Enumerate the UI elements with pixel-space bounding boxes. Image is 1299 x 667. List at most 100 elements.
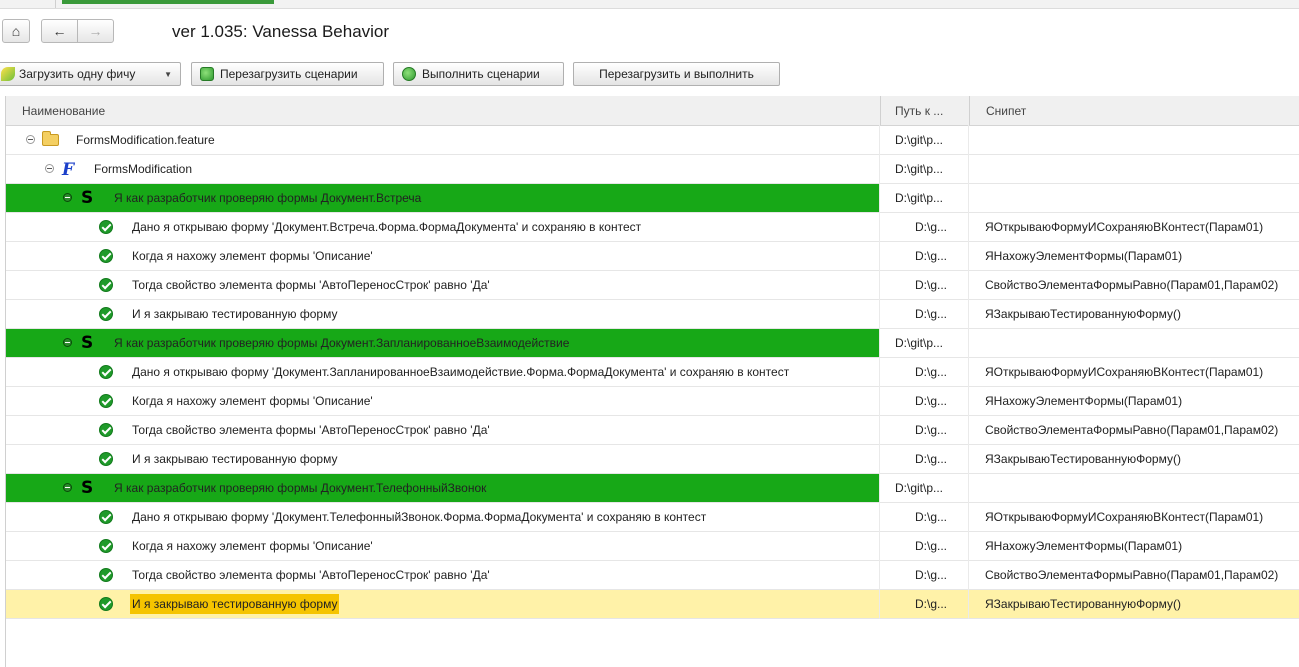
step-passed-icon bbox=[99, 568, 113, 582]
grid-header: Наименование Путь к ... Снипет bbox=[6, 96, 1299, 126]
column-gridline bbox=[968, 125, 969, 619]
tree-row-feature[interactable]: F FormsModification D:\git\p... bbox=[6, 155, 1299, 184]
tree-row-step[interactable]: И я закрываю тестированную форму D:\g...… bbox=[6, 300, 1299, 329]
row-name: Когда я нахожу элемент формы 'Описание' bbox=[132, 249, 373, 263]
row-name: Когда я нахожу элемент формы 'Описание' bbox=[132, 394, 373, 408]
row-path: D:\g... bbox=[915, 394, 948, 408]
tree-row-step[interactable]: Тогда свойство элемента формы 'АвтоПерен… bbox=[6, 561, 1299, 590]
row-path: D:\g... bbox=[915, 249, 948, 263]
step-passed-icon bbox=[99, 597, 113, 611]
collapse-icon[interactable] bbox=[45, 164, 54, 173]
reload-and-run-button[interactable]: Перезагрузить и выполнить bbox=[573, 62, 780, 86]
refresh-icon bbox=[200, 67, 214, 81]
tree-row-step[interactable]: Когда я нахожу элемент формы 'Описание' … bbox=[6, 387, 1299, 416]
tree-row-step[interactable]: Тогда свойство элемента формы 'АвтоПерен… bbox=[6, 271, 1299, 300]
active-tab-indicator[interactable] bbox=[62, 0, 274, 4]
back-button[interactable]: ← bbox=[41, 19, 78, 43]
row-name: Дано я открываю форму 'Документ.Телефонн… bbox=[132, 510, 707, 524]
row-snippet: ЯНахожуЭлементФормы(Парам01) bbox=[985, 249, 1183, 263]
forward-arrow-icon: → bbox=[88, 23, 103, 39]
forward-button[interactable]: → bbox=[77, 19, 114, 43]
collapse-icon[interactable] bbox=[63, 338, 72, 347]
step-passed-icon bbox=[99, 510, 113, 524]
row-snippet: ЯЗакрываюТестированнуюФорму() bbox=[985, 307, 1181, 321]
column-header-path[interactable]: Путь к ... bbox=[895, 104, 943, 118]
tree-row-step[interactable]: Дано я открываю форму 'Документ.Телефонн… bbox=[6, 503, 1299, 532]
collapse-icon[interactable] bbox=[63, 483, 72, 492]
feature-load-icon bbox=[1, 67, 15, 81]
row-name: Дано я открываю форму 'Документ.Встреча.… bbox=[132, 220, 642, 234]
column-header-snippet[interactable]: Снипет bbox=[986, 104, 1026, 118]
row-path: D:\g... bbox=[915, 597, 948, 611]
tree-row-scenario[interactable]: S Я как разработчик проверяю формы Докум… bbox=[6, 184, 1299, 213]
run-scenarios-button[interactable]: Выполнить сценарии bbox=[393, 62, 564, 86]
row-path: D:\git\p... bbox=[895, 336, 944, 350]
step-passed-icon bbox=[99, 249, 113, 263]
row-name: FormsModification bbox=[94, 162, 193, 176]
row-path: D:\g... bbox=[915, 220, 948, 234]
row-snippet: ЯОткрываюФормуИСохраняюВКонтест(Парам01) bbox=[985, 510, 1264, 524]
reload-scenarios-button[interactable]: Перезагрузить сценарии bbox=[191, 62, 384, 86]
row-snippet: ЯЗакрываюТестированнуюФорму() bbox=[985, 452, 1181, 466]
row-name: Я как разработчик проверяю формы Докумен… bbox=[114, 481, 487, 495]
tree-row-step[interactable]: Когда я нахожу элемент формы 'Описание' … bbox=[6, 242, 1299, 271]
step-passed-icon bbox=[99, 220, 113, 234]
reload-scenarios-label: Перезагрузить сценарии bbox=[220, 67, 358, 81]
row-path: D:\g... bbox=[915, 568, 948, 582]
row-name: Тогда свойство элемента формы 'АвтоПерен… bbox=[132, 568, 490, 582]
scenario-icon: S bbox=[81, 478, 94, 498]
load-one-feature-button[interactable]: Загрузить одну фичу ▼ bbox=[0, 62, 181, 86]
row-path: D:\g... bbox=[915, 510, 948, 524]
row-snippet: СвойствоЭлементаФормыРавно(Парам01,Парам… bbox=[985, 423, 1279, 437]
tree-row-step[interactable]: Когда я нахожу элемент формы 'Описание' … bbox=[6, 532, 1299, 561]
collapse-icon[interactable] bbox=[26, 135, 35, 144]
column-gridline bbox=[879, 125, 880, 619]
column-header-name[interactable]: Наименование bbox=[22, 104, 105, 118]
row-name: И я закрываю тестированную форму bbox=[130, 594, 340, 614]
step-passed-icon bbox=[99, 278, 113, 292]
back-arrow-icon: ← bbox=[52, 23, 67, 39]
window-title: ver 1.035: Vanessa Behavior bbox=[172, 22, 390, 41]
row-name: FormsModification.feature bbox=[76, 133, 215, 147]
row-path: D:\g... bbox=[915, 307, 948, 321]
row-path: D:\g... bbox=[915, 365, 948, 379]
row-snippet: ЯНахожуЭлементФормы(Парам01) bbox=[985, 539, 1183, 553]
load-one-feature-label: Загрузить одну фичу bbox=[19, 67, 136, 81]
feature-icon: F bbox=[62, 160, 75, 180]
step-passed-icon bbox=[99, 423, 113, 437]
row-snippet: ЯОткрываюФормуИСохраняюВКонтест(Парам01) bbox=[985, 365, 1264, 379]
scenario-icon: S bbox=[81, 333, 94, 353]
row-name: Дано я открываю форму 'Документ.Запланир… bbox=[132, 365, 790, 379]
tree-row-scenario[interactable]: S Я как разработчик проверяю формы Докум… bbox=[6, 329, 1299, 358]
tree-row-feature-file[interactable]: FormsModification.feature D:\git\p... bbox=[6, 126, 1299, 155]
tree-row-step[interactable]: И я закрываю тестированную форму D:\g...… bbox=[6, 445, 1299, 474]
tab-strip bbox=[0, 0, 1299, 9]
column-divider[interactable] bbox=[969, 96, 970, 125]
scenario-tree-grid[interactable]: Наименование Путь к ... Снипет FormsModi… bbox=[5, 96, 1299, 667]
home-icon: ⌂ bbox=[11, 23, 21, 39]
column-divider[interactable] bbox=[880, 96, 881, 125]
row-path: D:\git\p... bbox=[895, 162, 944, 176]
step-passed-icon bbox=[99, 539, 113, 553]
row-snippet: СвойствоЭлементаФормыРавно(Парам01,Парам… bbox=[985, 568, 1279, 582]
row-path: D:\g... bbox=[915, 278, 948, 292]
tree-row-step-selected[interactable]: И я закрываю тестированную форму D:\g...… bbox=[6, 590, 1299, 619]
step-passed-icon bbox=[99, 307, 113, 321]
row-snippet: СвойствоЭлементаФормыРавно(Парам01,Парам… bbox=[985, 278, 1279, 292]
tree-row-step[interactable]: Тогда свойство элемента формы 'АвтоПерен… bbox=[6, 416, 1299, 445]
tree-row-step[interactable]: Дано я открываю форму 'Документ.Встреча.… bbox=[6, 213, 1299, 242]
home-button[interactable]: ⌂ bbox=[2, 19, 30, 43]
run-icon bbox=[402, 67, 416, 81]
run-scenarios-label: Выполнить сценарии bbox=[422, 67, 540, 81]
reload-and-run-label: Перезагрузить и выполнить bbox=[599, 67, 754, 81]
row-path: D:\g... bbox=[915, 423, 948, 437]
row-name-wrapper: И я закрываю тестированную форму bbox=[130, 594, 340, 614]
row-snippet: ЯЗакрываюТестированнуюФорму() bbox=[985, 597, 1181, 611]
row-name: И я закрываю тестированную форму bbox=[132, 307, 338, 321]
collapse-icon[interactable] bbox=[63, 193, 72, 202]
chevron-down-icon[interactable]: ▼ bbox=[154, 70, 172, 79]
tree-row-step[interactable]: Дано я открываю форму 'Документ.Запланир… bbox=[6, 358, 1299, 387]
row-name: Тогда свойство элемента формы 'АвтоПерен… bbox=[132, 423, 490, 437]
scenario-icon: S bbox=[81, 188, 94, 208]
tree-row-scenario[interactable]: S Я как разработчик проверяю формы Докум… bbox=[6, 474, 1299, 503]
